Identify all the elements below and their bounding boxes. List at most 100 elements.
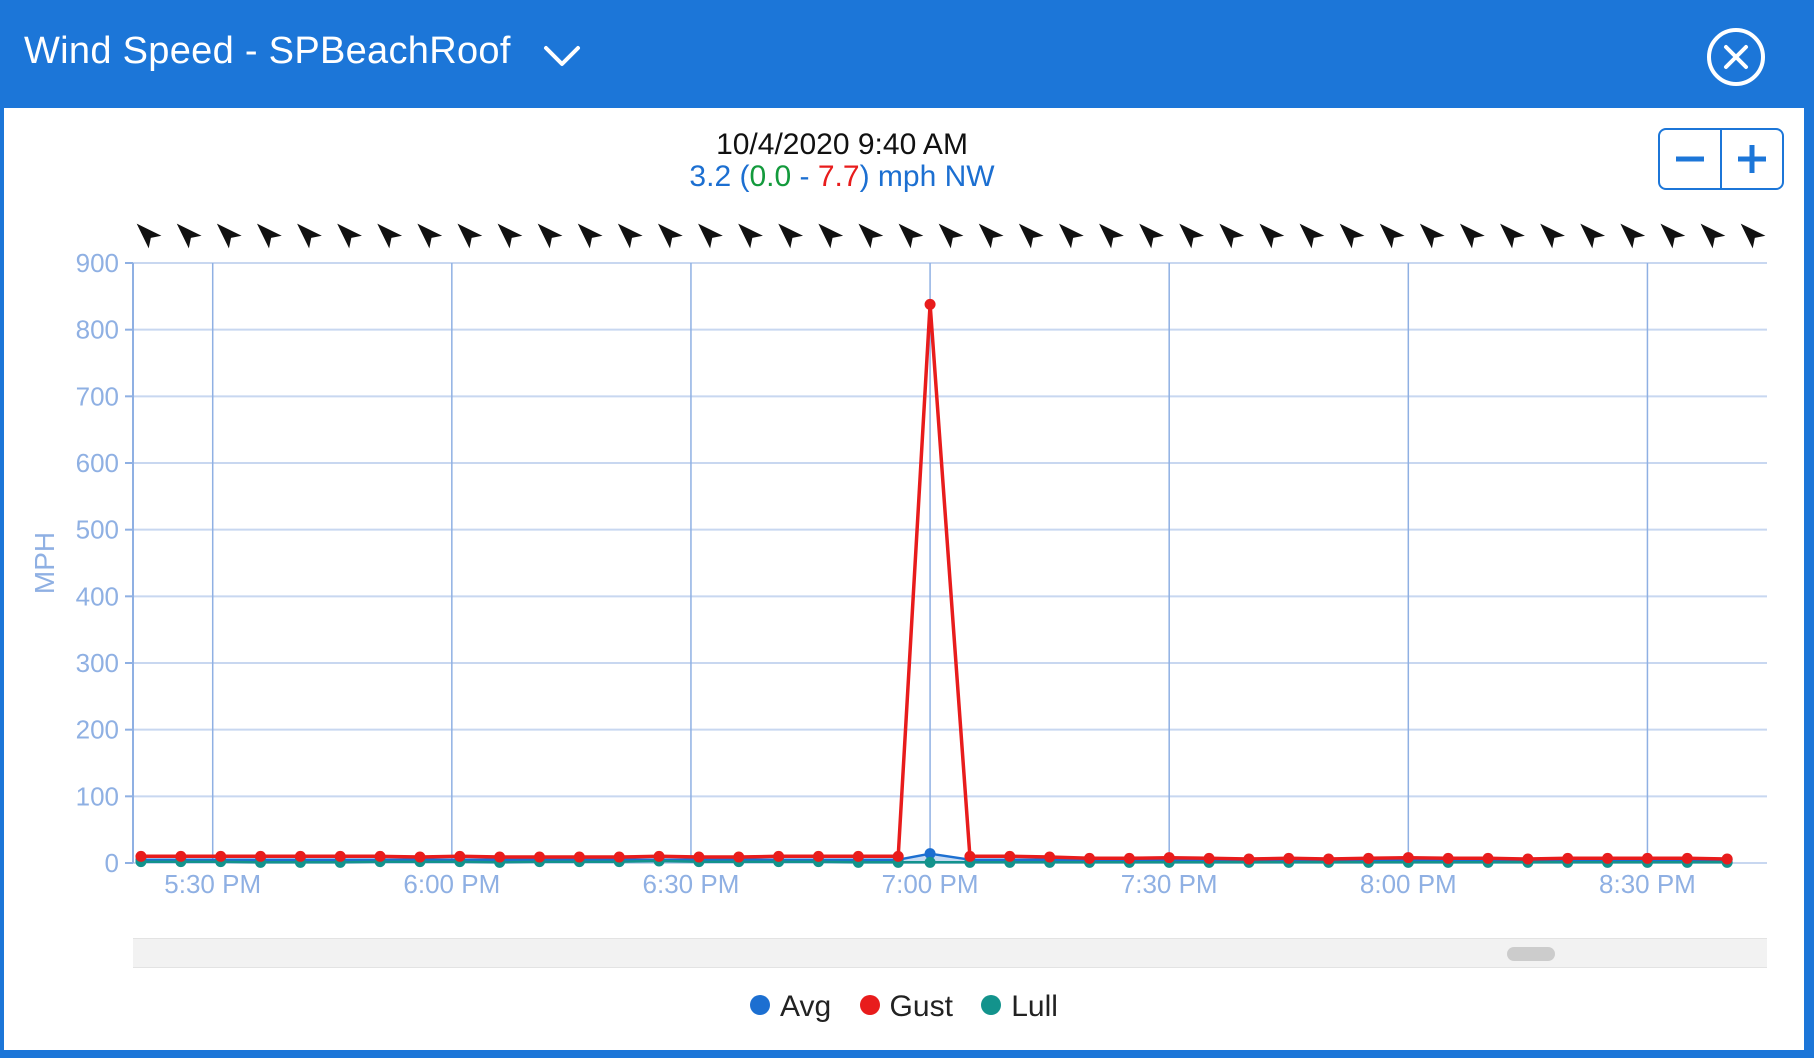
legend-item-avg[interactable]: Avg <box>750 990 831 1024</box>
data-point-gust <box>1243 853 1255 865</box>
data-point-gust <box>573 851 585 863</box>
data-point-gust <box>1362 852 1374 864</box>
wind-arrow-head <box>1580 223 1606 249</box>
legend-label-avg: Avg <box>780 990 832 1023</box>
data-point-gust <box>1602 852 1614 864</box>
wind-direction-arrow <box>256 223 282 249</box>
wind-arrow-head <box>1540 223 1565 249</box>
wind-direction-arrow <box>377 223 403 249</box>
legend-item-lull[interactable]: Lull <box>981 990 1058 1024</box>
data-point-gust <box>1402 852 1414 864</box>
wind-direction-arrow <box>698 223 723 249</box>
series-line-gust <box>141 302 1728 861</box>
wind-arrow-head <box>1139 223 1164 249</box>
wind-arrow-head <box>657 223 683 249</box>
wind-direction-arrow <box>1339 223 1365 249</box>
legend-label-lull: Lull <box>1011 990 1058 1023</box>
wind-arrow-head <box>1219 223 1245 249</box>
wind-direction-arrow <box>778 223 804 249</box>
close-icon <box>1724 45 1748 69</box>
wind-direction-arrow <box>1580 223 1606 249</box>
chevron-down-icon[interactable] <box>540 40 584 70</box>
data-point-gust <box>1442 852 1454 864</box>
wind-direction-arrow <box>858 223 884 249</box>
data-point-gust <box>414 851 426 863</box>
wind-arrow-head <box>698 223 723 249</box>
data-point-lull <box>924 856 936 868</box>
data-point-gust <box>1482 852 1494 864</box>
chart-scrollbar[interactable] <box>133 938 1767 968</box>
data-point-gust <box>334 850 346 862</box>
close-button[interactable] <box>1707 28 1765 86</box>
data-point-gust <box>693 851 705 863</box>
window-title[interactable]: Wind Speed - SPBeachRoof <box>24 30 511 73</box>
data-point-gust <box>534 851 546 863</box>
y-tick-label: 0 <box>105 848 119 878</box>
wind-direction-arrow <box>1700 223 1726 249</box>
wind-arrow-head <box>176 223 202 249</box>
data-point-gust <box>852 850 864 862</box>
legend-dot-gust <box>859 995 880 1016</box>
x-tick-label: 8:30 PM <box>1599 869 1696 899</box>
wind-arrow-head <box>1740 223 1766 249</box>
wind-arrow-head <box>978 223 1004 249</box>
wind-direction-arrow <box>1419 223 1445 249</box>
data-point-gust <box>1522 853 1534 865</box>
wind-direction-arrow <box>1259 223 1285 249</box>
wind-arrow-head <box>417 223 443 249</box>
wind-direction-arrow <box>1179 223 1205 249</box>
data-point-gust <box>613 851 625 863</box>
x-tick-label: 5:30 PM <box>164 869 261 899</box>
y-tick-label: 500 <box>76 515 119 545</box>
data-point-gust <box>1283 852 1295 864</box>
y-tick-label: 400 <box>76 581 119 611</box>
wind-arrow-head <box>256 223 282 249</box>
data-point-gust <box>1044 851 1056 863</box>
x-tick-label: 6:00 PM <box>403 869 500 899</box>
wind-direction-arrow <box>657 223 683 249</box>
chart-window: Wind Speed - SPBeachRoof 10/4/2020 9:40 … <box>0 0 1814 1058</box>
data-point-gust <box>454 850 466 862</box>
wind-arrow-head <box>617 223 643 249</box>
wind-arrow-head <box>1018 223 1044 249</box>
wind-direction-arrow <box>136 223 162 249</box>
title-bar: Wind Speed - SPBeachRoof <box>0 0 1814 108</box>
wind-arrow-head <box>537 223 563 249</box>
data-point-gust <box>964 850 976 862</box>
data-point-gust <box>175 850 187 862</box>
wind-direction-arrow <box>1540 223 1565 249</box>
wind-speed-chart: 0 100 200 300 400 500 600 700 800 900 MPH 5:30 PM 6:… <box>29 223 1767 899</box>
data-point-gust <box>255 850 267 862</box>
legend-label-gust: Gust <box>889 990 953 1023</box>
legend-dot-lull <box>981 995 1002 1016</box>
wind-direction-arrow <box>537 223 563 249</box>
wind-arrow-head <box>1660 223 1686 249</box>
wind-arrow-head <box>497 223 523 249</box>
y-tick-label: 700 <box>76 381 119 411</box>
chart-legend: Avg Gust Lull <box>4 990 1804 1024</box>
wind-direction-arrow <box>577 223 603 249</box>
data-point-gust <box>1163 852 1175 864</box>
data-point-gust <box>924 298 936 310</box>
data-point-gust <box>1323 853 1335 865</box>
wind-arrow-head <box>898 223 924 249</box>
scrollbar-thumb[interactable] <box>1507 947 1555 961</box>
wind-direction-arrow <box>417 223 443 249</box>
wind-arrow-head <box>1259 223 1285 249</box>
wind-direction-arrow <box>1459 223 1485 249</box>
wind-arrow-head <box>1620 223 1646 249</box>
wind-arrow-head <box>297 223 322 249</box>
data-point-gust <box>215 850 227 862</box>
data-point-gust <box>294 850 306 862</box>
legend-item-gust[interactable]: Gust <box>859 990 953 1024</box>
data-point-gust <box>1681 852 1693 864</box>
data-point-gust <box>1721 853 1733 865</box>
x-tick-label: 6:30 PM <box>643 869 740 899</box>
data-point-gust <box>773 850 785 862</box>
y-tick-label: 600 <box>76 448 119 478</box>
wind-direction-arrow <box>898 223 924 249</box>
wind-direction-arrow <box>457 223 483 249</box>
wind-direction-arrow <box>1058 223 1084 249</box>
data-point-gust <box>1004 850 1016 862</box>
y-tick-label: 200 <box>76 715 119 745</box>
